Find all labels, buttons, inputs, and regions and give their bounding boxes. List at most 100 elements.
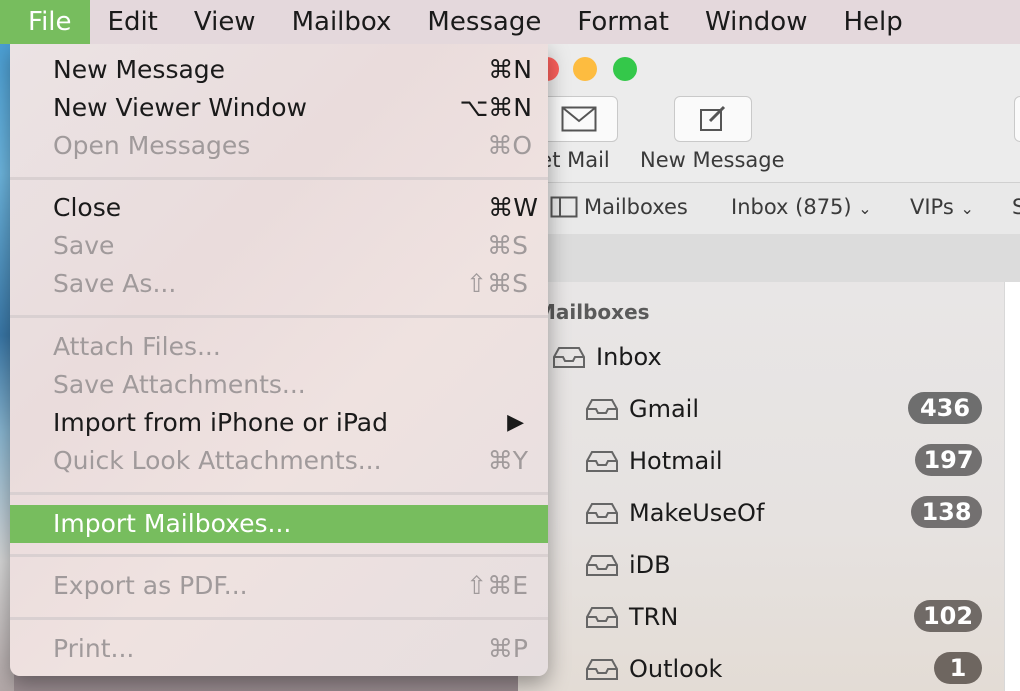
sidebar-item-label: iDB: [629, 551, 671, 579]
menu-item-save-attachments[interactable]: Save Attachments...: [10, 366, 548, 404]
sidebar-item-label: MakeUseOf: [629, 499, 765, 527]
menu-item-label: Save Attachments...: [53, 370, 306, 399]
menu-item-import-from-iphone[interactable]: Import from iPhone or iPad ▶: [10, 404, 548, 442]
menu-item-label: Quick Look Attachments...: [53, 446, 382, 475]
menu-item-save-as[interactable]: Save As... ⇧⌘S: [10, 265, 548, 303]
sidebar-item-trn[interactable]: TRN: [585, 597, 678, 637]
sidebar-heading: Mailboxes: [536, 300, 650, 324]
menu-bar: File Edit View Mailbox Message Format Wi…: [0, 0, 1020, 44]
favorite-inbox[interactable]: Inbox (875) ⌄: [731, 195, 872, 219]
toolbar-divider-band: [518, 234, 1020, 282]
menu-item-shortcut: ⌘S: [487, 231, 528, 260]
menu-item-label: Import from iPhone or iPad: [53, 408, 388, 437]
menu-item-shortcut: ⌥⌘N: [459, 93, 532, 122]
unread-count-badge: 197: [915, 444, 982, 476]
inbox-tray-icon: [586, 659, 618, 680]
menu-item-shortcut: ⌘P: [487, 634, 528, 663]
menu-edit[interactable]: Edit: [90, 0, 176, 44]
unread-count-badge: 138: [911, 496, 982, 528]
menu-item-open-messages[interactable]: Open Messages ⌘O: [10, 127, 548, 165]
inbox-tray-icon: [586, 555, 618, 576]
menu-item-label: Save As...: [53, 269, 177, 298]
mailbox-sidebar: Mailboxes Inbox Gmail 436 Hotmail 197 Ma…: [518, 282, 1004, 691]
menu-item-label: Print...: [53, 634, 135, 663]
sidebar-item-label: Hotmail: [629, 447, 723, 475]
menu-item-import-mailboxes[interactable]: Import Mailboxes...: [10, 505, 548, 543]
inbox-tray-icon: [586, 607, 618, 628]
sidebar-item-inbox[interactable]: Inbox: [552, 337, 662, 377]
get-mail-button[interactable]: [540, 96, 618, 142]
submenu-arrow-icon: ▶: [507, 410, 524, 435]
menu-item-label: Import Mailboxes...: [53, 509, 292, 538]
menu-separator: [10, 492, 548, 495]
menu-mailbox[interactable]: Mailbox: [274, 0, 410, 44]
favorite-vips-label: VIPs: [910, 195, 954, 219]
envelope-icon: [561, 106, 597, 132]
menu-item-shortcut: ⌘N: [488, 55, 532, 84]
menu-item-new-message[interactable]: New Message ⌘N: [10, 51, 548, 89]
sidebar-item-label: Gmail: [629, 395, 700, 423]
menu-window[interactable]: Window: [687, 0, 826, 44]
menu-view[interactable]: View: [176, 0, 274, 44]
menu-item-label: Open Messages: [53, 131, 251, 160]
menu-format[interactable]: Format: [559, 0, 687, 44]
zoom-window-button[interactable]: [613, 57, 637, 81]
inbox-tray-icon: [586, 503, 618, 524]
menu-item-label: New Viewer Window: [53, 93, 307, 122]
menu-item-export-as-pdf[interactable]: Export as PDF... ⇧⌘E: [10, 567, 548, 605]
menu-message[interactable]: Message: [409, 0, 559, 44]
favorite-inbox-label: Inbox (875): [731, 195, 852, 219]
menu-help[interactable]: Help: [825, 0, 920, 44]
message-list-pane: [1004, 282, 1020, 691]
menu-item-attach-files[interactable]: Attach Files...: [10, 328, 548, 366]
sidebar-item-label: Outlook: [629, 655, 723, 683]
menu-item-shortcut: ⌘O: [487, 131, 532, 160]
sidebar-item-outlook[interactable]: Outlook: [585, 649, 722, 689]
menu-item-label: Save: [53, 231, 115, 260]
menu-separator: [10, 554, 548, 557]
sidebar-toggle-icon: [550, 196, 578, 218]
minimize-window-button[interactable]: [573, 57, 597, 81]
favorite-vips[interactable]: VIPs ⌄: [910, 195, 974, 219]
favorites-bar: Mailboxes Inbox (875) ⌄ VIPs ⌄ S: [518, 182, 1020, 236]
inbox-tray-icon: [586, 451, 618, 472]
sidebar-item-label: TRN: [629, 603, 679, 631]
favorite-mailboxes-label: Mailboxes: [584, 195, 688, 219]
menu-item-close[interactable]: Close ⌘W: [10, 189, 548, 227]
sidebar-item-gmail[interactable]: Gmail: [585, 389, 699, 429]
menu-item-quick-look-attachments[interactable]: Quick Look Attachments... ⌘Y: [10, 442, 548, 480]
sidebar-item-makeuseof[interactable]: MakeUseOf: [585, 493, 764, 533]
chevron-down-icon: ⌄: [960, 199, 974, 218]
menu-separator: [10, 315, 548, 318]
file-menu-dropdown: New Message ⌘N New Viewer Window ⌥⌘N Ope…: [10, 44, 548, 676]
sidebar-item-hotmail[interactable]: Hotmail: [585, 441, 723, 481]
menu-file[interactable]: File: [0, 0, 90, 44]
menu-item-shortcut: ⇧⌘E: [466, 571, 528, 600]
menu-item-label: New Message: [53, 55, 226, 84]
menu-item-new-viewer-window[interactable]: New Viewer Window ⌥⌘N: [10, 89, 548, 127]
compose-icon: [700, 105, 726, 131]
chevron-down-icon: ⌄: [858, 199, 872, 218]
menu-item-label: Attach Files...: [53, 332, 221, 361]
menu-item-shortcut: ⇧⌘S: [466, 269, 528, 298]
favorite-mailboxes[interactable]: Mailboxes: [550, 195, 688, 219]
new-message-label: New Message: [640, 148, 785, 172]
unread-count-badge: 1: [934, 652, 982, 684]
menu-item-save[interactable]: Save ⌘S: [10, 227, 548, 265]
menu-separator: [10, 177, 548, 180]
unread-count-badge: 102: [914, 600, 982, 632]
sidebar-item-idb[interactable]: iDB: [585, 545, 671, 585]
menu-item-label: Export as PDF...: [53, 571, 248, 600]
menu-item-shortcut: ⌘Y: [487, 446, 528, 475]
unread-count-badge: 436: [908, 392, 982, 424]
toolbar-overflow-button[interactable]: [1014, 96, 1020, 142]
new-message-button[interactable]: [674, 96, 752, 142]
menu-item-print[interactable]: Print... ⌘P: [10, 630, 548, 668]
favorite-overflow[interactable]: S: [1012, 195, 1020, 219]
menu-separator: [10, 617, 548, 620]
inbox-tray-icon: [586, 399, 618, 420]
sidebar-item-label: Inbox: [596, 343, 662, 371]
inbox-tray-icon: [553, 347, 585, 368]
mail-window: Get Mail New Message Mailboxes Inbox (87…: [518, 44, 1020, 691]
menu-item-label: Close: [53, 193, 122, 222]
